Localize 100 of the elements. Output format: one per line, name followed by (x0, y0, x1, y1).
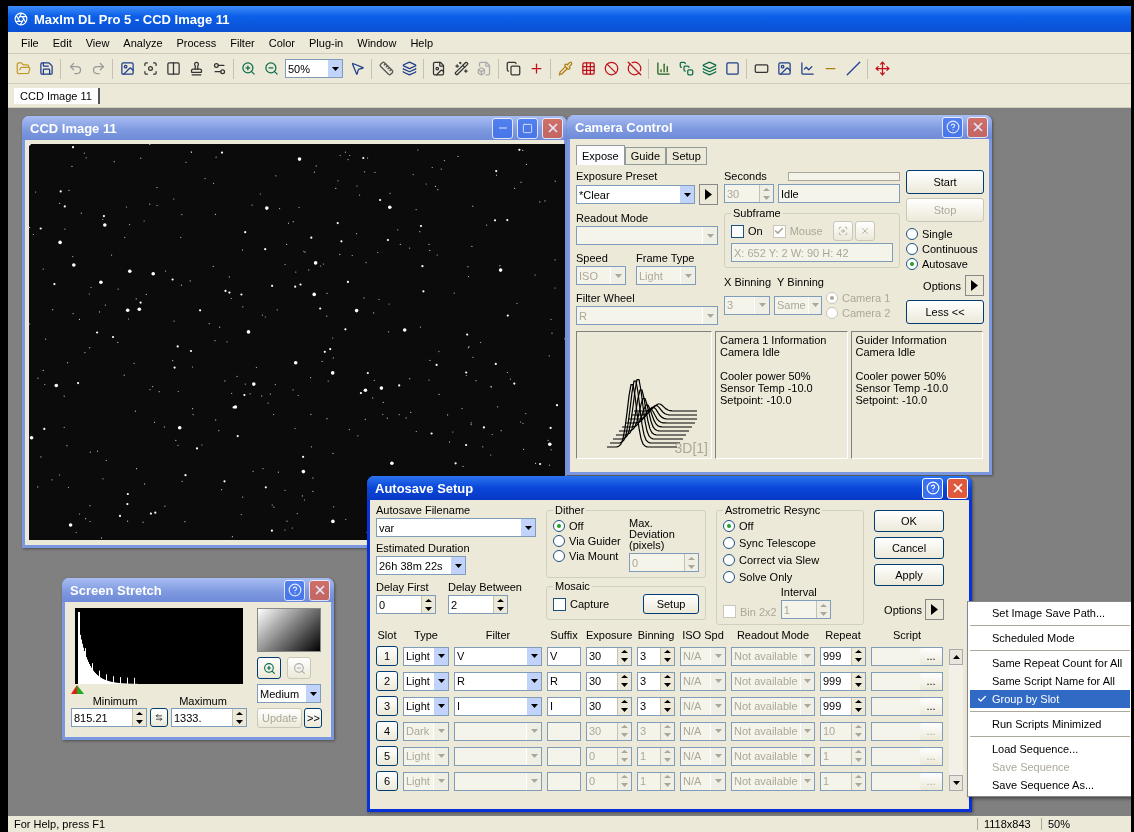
menu-item[interactable]: Scheduled Mode (970, 629, 1130, 647)
circle-off-icon[interactable] (625, 59, 643, 78)
swap-button[interactable] (150, 708, 168, 727)
filename-dropdown[interactable]: var (376, 518, 536, 537)
menu-item[interactable]: Color (261, 34, 302, 51)
radio-option[interactable]: Off (553, 518, 625, 533)
close-button[interactable] (967, 116, 988, 138)
wand-icon[interactable] (452, 59, 470, 78)
ban-icon[interactable] (602, 59, 620, 78)
preset-dropdown[interactable]: *Clear (576, 185, 695, 204)
radio-option[interactable]: Continuous (906, 241, 984, 256)
binning-field[interactable]: 3 (637, 696, 675, 716)
menu-item[interactable]: Process (169, 34, 224, 51)
checkbox[interactable]: Capture (553, 596, 610, 612)
binning-field[interactable]: 3 (637, 646, 675, 666)
less-button[interactable]: Less << (906, 300, 984, 324)
tab[interactable]: Expose (576, 145, 625, 165)
delay-first-field[interactable]: 0 (376, 595, 436, 614)
suffix-field[interactable] (547, 771, 581, 791)
focus-icon[interactable] (141, 59, 159, 78)
radio-option[interactable]: Autosave (906, 256, 984, 271)
help-button[interactable] (922, 477, 943, 499)
document-tab[interactable]: CCD Image 11 (14, 87, 100, 104)
filter-dropdown[interactable] (454, 721, 542, 741)
square-icon[interactable] (723, 59, 741, 78)
exposure-field[interactable]: 30 (586, 646, 632, 666)
browse-button[interactable]: ... (920, 697, 942, 715)
type-dropdown[interactable]: Light (403, 696, 449, 716)
line-icon[interactable] (844, 59, 862, 78)
menu-item[interactable]: Help (403, 34, 440, 51)
dialog-button[interactable]: Cancel (874, 537, 944, 559)
menu-item[interactable]: Group by Slot (970, 690, 1130, 708)
radio-option[interactable]: Via Mount (553, 548, 625, 563)
options-menu-button[interactable] (925, 599, 944, 620)
radio-option[interactable]: Correct via Slew (723, 552, 857, 567)
move-icon[interactable] (873, 59, 891, 78)
delay-between-field[interactable]: 2 (448, 595, 508, 614)
menu-item[interactable]: Load Sequence... (970, 740, 1130, 758)
save-icon[interactable] (37, 59, 55, 78)
split-view-icon[interactable] (164, 59, 182, 78)
zoom-out-icon[interactable] (262, 59, 280, 78)
exposure-field[interactable]: 30 (586, 696, 632, 716)
radio-option[interactable]: Solve Only (723, 569, 857, 584)
menu-item[interactable]: File (14, 34, 46, 51)
type-dropdown[interactable]: Light (403, 671, 449, 691)
filter-dropdown[interactable]: R (454, 671, 542, 691)
image-icon[interactable] (118, 59, 136, 78)
menu-item[interactable]: Plug-in (302, 34, 351, 51)
type-dropdown[interactable]: Light (403, 646, 449, 666)
menu-item[interactable]: Same Repeat Count for All (970, 654, 1130, 672)
close-button[interactable] (309, 579, 330, 601)
tab[interactable]: Setup (666, 147, 707, 165)
preset-menu-button[interactable] (699, 184, 718, 205)
slot-button[interactable]: 1 (376, 646, 398, 666)
repeat-field[interactable]: 999 (820, 646, 866, 666)
menu-item[interactable]: View (78, 34, 117, 51)
stacked-squares-icon[interactable] (677, 59, 695, 78)
suffix-field[interactable]: R (547, 671, 581, 691)
menu-item[interactable]: Same Script Name for All (970, 672, 1130, 690)
grid-icon[interactable] (579, 59, 597, 78)
slot-button[interactable]: 3 (376, 696, 398, 716)
layers-icon[interactable] (400, 59, 418, 78)
radio-option[interactable]: Sync Telescope (723, 535, 857, 550)
exposure-field[interactable]: 30 (586, 671, 632, 691)
mosaic-setup-button[interactable]: Setup (643, 594, 699, 614)
checkbox[interactable]: On (731, 223, 763, 239)
suffix-field[interactable] (547, 721, 581, 741)
ruler-icon[interactable] (377, 59, 395, 78)
repeat-field[interactable]: 999 (820, 696, 866, 716)
picture-icon[interactable] (775, 59, 793, 78)
radio-option[interactable]: Via Guider (553, 533, 625, 548)
readout-mode-dropdown[interactable] (576, 226, 718, 245)
binning-field[interactable]: 3 (637, 671, 675, 691)
filter-dropdown[interactable]: I (454, 696, 542, 716)
menu-item[interactable]: Analyze (116, 34, 170, 51)
radio-option[interactable]: Off (723, 518, 857, 533)
menu-item[interactable]: Window (350, 34, 404, 51)
copy-icon[interactable] (504, 59, 522, 78)
close-button[interactable] (542, 117, 563, 139)
tab[interactable]: Guide (624, 147, 667, 165)
bar-chart-icon[interactable] (654, 59, 672, 78)
slot-button[interactable]: 5 (376, 746, 398, 766)
menu-item[interactable]: Edit (45, 34, 79, 51)
duration-dropdown[interactable]: 26h 38m 22s (376, 556, 466, 575)
dialog-button[interactable]: OK (874, 510, 944, 532)
slot-button[interactable]: 4 (376, 721, 398, 741)
layers-icon[interactable] (700, 59, 718, 78)
help-button[interactable] (942, 116, 963, 138)
options-menu-button[interactable] (965, 275, 984, 296)
menu-item[interactable]: Run Scripts Minimized (970, 715, 1130, 733)
minimize-button[interactable] (492, 117, 513, 139)
camera-action-button[interactable]: Start (906, 170, 984, 194)
zoom-dropdown[interactable]: 50% (285, 59, 343, 78)
minimum-field[interactable]: 815.21 (71, 708, 147, 727)
browse-button[interactable]: ... (920, 672, 942, 690)
more-button[interactable]: >> (304, 708, 323, 728)
filter-dropdown[interactable] (454, 746, 542, 766)
browse-button[interactable]: ... (920, 647, 942, 665)
stretch-mode-dropdown[interactable]: Medium (257, 684, 321, 703)
pipette-icon[interactable] (556, 59, 574, 78)
